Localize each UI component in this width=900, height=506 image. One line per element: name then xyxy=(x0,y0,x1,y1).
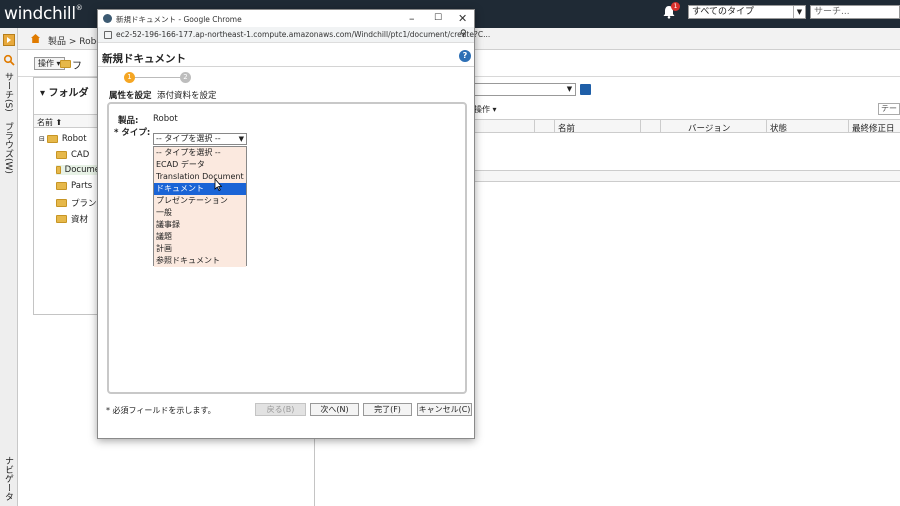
step-1-indicator[interactable]: 1 xyxy=(124,72,135,83)
zoom-icon[interactable]: ⚲ xyxy=(460,29,467,39)
column-state[interactable]: 状態 xyxy=(770,122,787,134)
cancel-button[interactable]: キャンセル(C) xyxy=(417,403,472,416)
type-select-value: -- タイプを選択 -- xyxy=(156,134,221,143)
mouse-cursor-icon xyxy=(214,179,222,191)
tab-search[interactable]: サーチ(S) xyxy=(2,72,15,112)
window-title: 新規ドキュメント - Google Chrome xyxy=(116,15,242,24)
type-option[interactable]: 参照ドキュメント xyxy=(154,255,246,267)
folder-panel-header[interactable]: ▾ フォルダ xyxy=(34,78,98,100)
collapse-icon[interactable]: ⊟ xyxy=(39,135,45,143)
view-select[interactable]: ▼ xyxy=(470,83,576,96)
search-type-value: すべてのタイプ xyxy=(692,7,755,17)
save-view-icon[interactable] xyxy=(580,84,591,95)
folder-icon xyxy=(56,166,61,174)
url-bar[interactable]: ec2-52-196-166-177.ap-northeast-1.comput… xyxy=(98,27,490,43)
product-folder-icon xyxy=(46,135,58,143)
folder-icon xyxy=(56,215,67,223)
product-value: Robot xyxy=(153,114,178,124)
tree-item-robot[interactable]: ⊟ Robot xyxy=(39,134,87,144)
column-name[interactable]: 名前 xyxy=(558,122,575,134)
column-version[interactable]: バージョン xyxy=(688,122,730,134)
windchill-logo[interactable]: windchill® xyxy=(4,4,83,24)
tab-browse[interactable]: ブラウズ(W) xyxy=(2,122,15,174)
window-title-bar: 新規ドキュメント - Google Chrome – ☐ ✕ xyxy=(98,10,474,27)
tab-navigator[interactable]: ナビゲータ xyxy=(2,456,15,501)
step-2-indicator[interactable]: 2 xyxy=(180,72,191,83)
product-label: 製品: xyxy=(118,116,139,126)
search-icon[interactable] xyxy=(3,54,15,66)
type-label: * タイプ: xyxy=(114,128,151,138)
list-actions-menu[interactable]: 操作 ▾ xyxy=(474,104,497,115)
type-option[interactable]: プレゼンテーション xyxy=(154,195,246,207)
search-type-select[interactable]: すべてのタイプ ▼ xyxy=(688,5,806,19)
home-icon[interactable] xyxy=(30,33,41,44)
step-2-label[interactable]: 添付資料を設定 xyxy=(157,89,217,101)
type-option[interactable]: 議事録 xyxy=(154,219,246,231)
folder-icon xyxy=(56,182,67,190)
type-option[interactable]: ECAD データ xyxy=(154,159,246,171)
next-button[interactable]: 次へ(N) xyxy=(310,403,359,416)
tree-item-parts[interactable]: Parts xyxy=(56,181,92,191)
dialog-title: 新規ドキュメント xyxy=(102,53,186,65)
type-option-selected[interactable]: ドキュメント xyxy=(154,183,246,195)
type-select[interactable]: -- タイプを選択 -- ▼ xyxy=(153,133,247,145)
type-option[interactable]: 議題 xyxy=(154,231,246,243)
help-icon[interactable]: ? xyxy=(459,50,471,62)
required-fields-note: * 必須フィールドを示します。 xyxy=(106,406,216,415)
folder-icon xyxy=(60,60,71,68)
tree-item-plan[interactable]: プラン xyxy=(56,197,97,209)
chevron-down-icon[interactable]: ▼ xyxy=(793,6,805,18)
folder-icon xyxy=(56,151,67,159)
minimize-icon[interactable]: – xyxy=(409,12,415,25)
type-option[interactable]: Translation Document xyxy=(154,171,246,183)
tree-item-documents[interactable]: Docume xyxy=(56,165,100,175)
type-option[interactable]: 計画 xyxy=(154,243,246,255)
back-button[interactable]: 戻る(B) xyxy=(255,403,306,416)
left-tab-strip: サーチ(S) ブラウズ(W) ナビゲータ xyxy=(0,28,18,506)
tree-item-cad[interactable]: CAD xyxy=(56,150,89,160)
folder-column-name[interactable]: 名前 ⬆ xyxy=(34,114,98,128)
chevron-down-icon[interactable]: ▼ xyxy=(564,84,575,95)
type-option[interactable]: -- タイプを選択 -- xyxy=(154,147,246,159)
folder-tree-panel: ▾ フォルダ 名前 ⬆ ⊟ Robot CAD Docume Parts プラン… xyxy=(33,77,100,315)
navigator-toggle-icon[interactable] xyxy=(3,34,15,46)
folder-title: フ xyxy=(72,61,82,72)
table-filter-input[interactable]: テー xyxy=(878,103,900,115)
maximize-icon[interactable]: ☐ xyxy=(434,13,442,23)
type-option[interactable]: 一般 xyxy=(154,207,246,219)
chevron-down-icon[interactable]: ▼ xyxy=(239,134,244,144)
windchill-app-icon xyxy=(103,14,112,23)
column-last-modified[interactable]: 最終修正日 xyxy=(852,122,895,134)
step-connector xyxy=(131,77,180,78)
step-1-label[interactable]: 属性を設定 xyxy=(109,89,152,101)
new-document-popup-window: 新規ドキュメント - Google Chrome – ☐ ✕ ec2-52-19… xyxy=(97,9,490,439)
type-dropdown-list: -- タイプを選択 -- ECAD データ Translation Docume… xyxy=(153,146,247,267)
tree-item-materials[interactable]: 資材 xyxy=(56,213,88,225)
site-info-icon[interactable] xyxy=(104,31,112,39)
folder-icon xyxy=(56,199,67,207)
notification-count-badge: 1 xyxy=(671,2,680,11)
finish-button[interactable]: 完了(F) xyxy=(363,403,412,416)
url-text: ec2-52-196-166-177.ap-northeast-1.comput… xyxy=(116,30,491,39)
global-search-input[interactable]: サーチ... xyxy=(810,5,900,19)
close-icon[interactable]: ✕ xyxy=(458,12,467,25)
